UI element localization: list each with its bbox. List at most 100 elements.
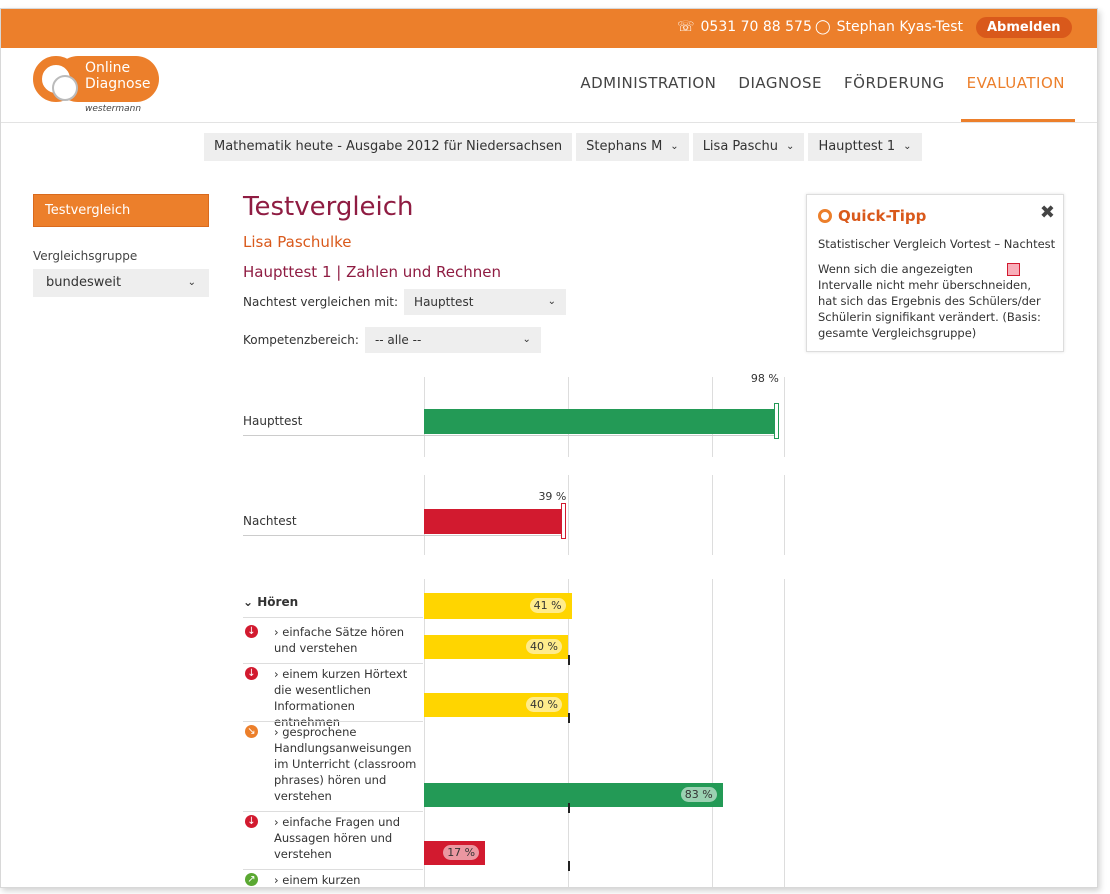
group-select[interactable]: bundesweit ⌄ bbox=[33, 269, 209, 297]
chevron-down-icon: ⌄ bbox=[670, 141, 679, 152]
gridline bbox=[568, 475, 569, 555]
gridline bbox=[712, 475, 713, 555]
confidence-interval bbox=[561, 503, 567, 539]
user-icon: ◯ bbox=[815, 19, 831, 35]
compare-select-value: Haupttest bbox=[414, 295, 474, 309]
class-select[interactable]: Stephans M ⌄ bbox=[576, 133, 689, 161]
logo-ring-icon bbox=[818, 209, 832, 223]
quick-tip-subtitle: Statistischer Vergleich Vortest – Nachte… bbox=[818, 237, 1056, 251]
trend-down-icon: ↓ bbox=[245, 815, 258, 828]
marker-tick bbox=[568, 655, 570, 665]
logo[interactable]: Online Diagnose westermann bbox=[33, 56, 173, 116]
trend-down-right-icon: ↘ bbox=[245, 725, 258, 738]
chevron-down-icon: ⌄ bbox=[547, 296, 557, 307]
phone-contact: ☏ 0531 70 88 575 bbox=[677, 19, 812, 35]
class-select-value: Stephans M bbox=[586, 139, 663, 154]
trend-up-right-icon: ↗ bbox=[245, 873, 258, 886]
bar-baseline bbox=[243, 535, 565, 536]
section-label-hoeren: ⌄ Hören bbox=[243, 595, 299, 609]
gridline bbox=[712, 579, 713, 887]
trend-down-icon: ↓ bbox=[245, 667, 258, 680]
row-divider bbox=[243, 663, 423, 664]
bar-value-label: 41 % bbox=[529, 598, 566, 613]
quick-tip-body: Wenn sich die angezeigten Intervalle nic… bbox=[818, 261, 1050, 341]
test-title: Haupttest 1 | Zahlen und Rechnen bbox=[243, 263, 502, 281]
nav-evaluation[interactable]: EVALUATION bbox=[967, 74, 1065, 92]
group-label: Vergleichsgruppe bbox=[33, 249, 138, 263]
book-select[interactable]: Mathematik heute - Ausgabe 2012 für Nied… bbox=[204, 133, 573, 161]
close-icon[interactable]: ✖ bbox=[1040, 202, 1055, 223]
chevron-down-icon: ⌄ bbox=[522, 334, 531, 345]
chevron-down-icon: ⌄ bbox=[786, 141, 795, 152]
marker-tick bbox=[568, 713, 570, 723]
list-item: › einfache Fragen und Aussagen hören und… bbox=[274, 815, 401, 861]
bar-value-label: 39 % bbox=[538, 490, 567, 503]
list-item: › gesprochene Handlungsanweisungen im Un… bbox=[274, 725, 417, 803]
trend-down-icon: ↓ bbox=[245, 625, 258, 638]
nav-active-indicator bbox=[961, 119, 1075, 122]
nav-diagnose[interactable]: DIAGNOSE bbox=[738, 74, 822, 92]
bar-value-label: 83 % bbox=[680, 787, 717, 802]
logo-publisher: westermann bbox=[85, 104, 142, 114]
bar-haupttest bbox=[424, 409, 777, 434]
area-select-value: -- alle -- bbox=[374, 333, 422, 347]
gridline bbox=[568, 579, 569, 887]
sidebar: Testvergleich Vergleichsgruppe bundeswei… bbox=[33, 194, 209, 297]
row-divider bbox=[243, 617, 423, 618]
test-select[interactable]: Haupttest 1 ⌄ bbox=[808, 133, 922, 161]
comparison-chart: Haupttest 98 % Nachtest 39 % ⌄ Hören 41 % ↓ › e… bbox=[243, 372, 793, 887]
logout-button[interactable]: Abmelden bbox=[976, 17, 1072, 38]
area-label: Kompetenzbereich: bbox=[243, 333, 359, 347]
compare-select[interactable]: Haupttest ⌄ bbox=[404, 289, 567, 315]
bar-value-label: 40 % bbox=[526, 639, 562, 654]
logo-line1: Online bbox=[85, 60, 131, 76]
main-nav: ADMINISTRATION DIAGNOSE FÖRDERUNG EVALUA… bbox=[580, 74, 1065, 92]
group-select-value: bundesweit bbox=[46, 275, 122, 290]
bar-value-label: 98 % bbox=[750, 372, 779, 385]
quick-tip-panel: Quick-Tipp ✖ Statistischer Vergleich Vor… bbox=[806, 194, 1064, 352]
quick-tip-title: Quick-Tipp bbox=[818, 207, 926, 225]
book-select-value: Mathematik heute - Ausgabe 2012 für Nied… bbox=[214, 139, 563, 154]
header: Online Diagnose westermann ADMINISTRATIO… bbox=[1, 48, 1097, 123]
row-divider bbox=[243, 721, 423, 722]
student-name: Lisa Paschulke bbox=[243, 233, 352, 251]
list-item: › einfache Sätze hören und verstehen bbox=[274, 625, 405, 655]
marker-tick bbox=[568, 803, 570, 813]
confidence-interval bbox=[773, 403, 779, 439]
gridline bbox=[784, 377, 785, 457]
nav-foerderung[interactable]: FÖRDERUNG bbox=[844, 74, 945, 92]
area-select[interactable]: -- alle -- ⌄ bbox=[364, 327, 541, 353]
main-content: Testvergleich Lisa Paschulke Haupttest 1… bbox=[243, 192, 793, 353]
filter-bar: Mathematik heute - Ausgabe 2012 für Nied… bbox=[204, 133, 922, 161]
compare-label: Nachtest vergleichen mit: bbox=[243, 295, 399, 309]
test-select-value: Haupttest 1 bbox=[818, 139, 896, 154]
interval-legend-icon bbox=[1007, 263, 1020, 276]
student-select[interactable]: Lisa Paschu ⌄ bbox=[692, 133, 805, 161]
chevron-down-icon: ⌄ bbox=[187, 277, 196, 288]
logo-ring-icon bbox=[33, 56, 79, 102]
user-menu[interactable]: ◯ Stephan Kyas-Test bbox=[815, 19, 963, 35]
gridline bbox=[784, 579, 785, 887]
sidebar-item-testvergleich[interactable]: Testvergleich bbox=[33, 194, 209, 227]
phone-number: 0531 70 88 575 bbox=[700, 19, 812, 35]
area-row: Kompetenzbereich: -- alle -- ⌄ bbox=[243, 327, 793, 353]
item-bar bbox=[424, 783, 723, 807]
top-bar: ☏ 0531 70 88 575 ◯ Stephan Kyas-Test Abm… bbox=[1, 9, 1097, 48]
gridline bbox=[784, 475, 785, 555]
student-select-value: Lisa Paschu bbox=[702, 139, 779, 154]
compare-row: Nachtest vergleichen mit: Haupttest ⌄ bbox=[243, 289, 793, 315]
bar-baseline bbox=[243, 435, 777, 436]
app-window: ☏ 0531 70 88 575 ◯ Stephan Kyas-Test Abm… bbox=[0, 8, 1098, 888]
bar-label-haupttest: Haupttest bbox=[243, 414, 303, 428]
page-title: Testvergleich bbox=[243, 192, 414, 222]
user-name: Stephan Kyas-Test bbox=[836, 19, 963, 35]
quick-tip-title-text: Quick-Tipp bbox=[838, 207, 927, 225]
row-divider bbox=[243, 869, 423, 870]
logo-line2: Diagnose bbox=[85, 76, 151, 92]
bar-value-label: 17 % bbox=[443, 845, 480, 860]
marker-tick bbox=[568, 861, 570, 871]
nav-administration[interactable]: ADMINISTRATION bbox=[580, 74, 716, 92]
bar-nachtest bbox=[424, 509, 565, 534]
bar-value-label: 40 % bbox=[526, 697, 562, 712]
bar-label-nachtest: Nachtest bbox=[243, 514, 297, 528]
